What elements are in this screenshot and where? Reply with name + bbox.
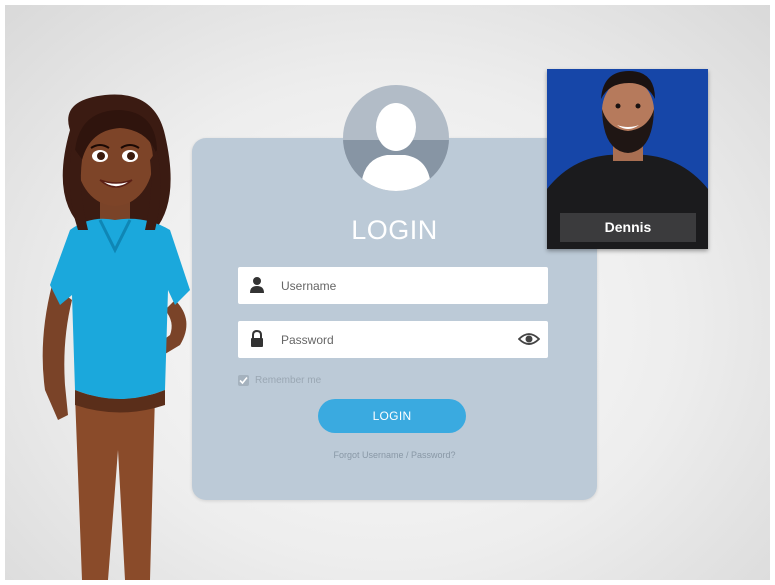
login-button[interactable]: LOGIN xyxy=(318,399,466,433)
presenter-photo: Dennis xyxy=(547,69,708,249)
remember-me-option[interactable]: Remember me xyxy=(238,373,321,387)
password-field[interactable] xyxy=(238,321,548,358)
username-input[interactable] xyxy=(281,267,501,304)
forgot-credentials-link[interactable]: Forgot Username / Password? xyxy=(192,450,597,460)
remember-me-checkbox[interactable] xyxy=(238,374,249,386)
login-card xyxy=(192,138,597,500)
remember-me-label: Remember me xyxy=(255,374,322,386)
username-field[interactable] xyxy=(238,267,548,304)
presenter-name-label: Dennis xyxy=(560,213,696,242)
user-avatar-icon xyxy=(343,85,449,191)
lock-icon xyxy=(251,330,263,347)
user-icon xyxy=(250,277,264,293)
password-input[interactable] xyxy=(281,321,501,358)
login-title: LOGIN xyxy=(351,215,438,245)
eye-icon[interactable] xyxy=(518,331,540,347)
presenter-character-illustration xyxy=(42,94,190,580)
checkmark-icon xyxy=(239,376,248,384)
slide-stage: LOGIN Remember me LOGIN Forgot Username … xyxy=(5,5,770,580)
